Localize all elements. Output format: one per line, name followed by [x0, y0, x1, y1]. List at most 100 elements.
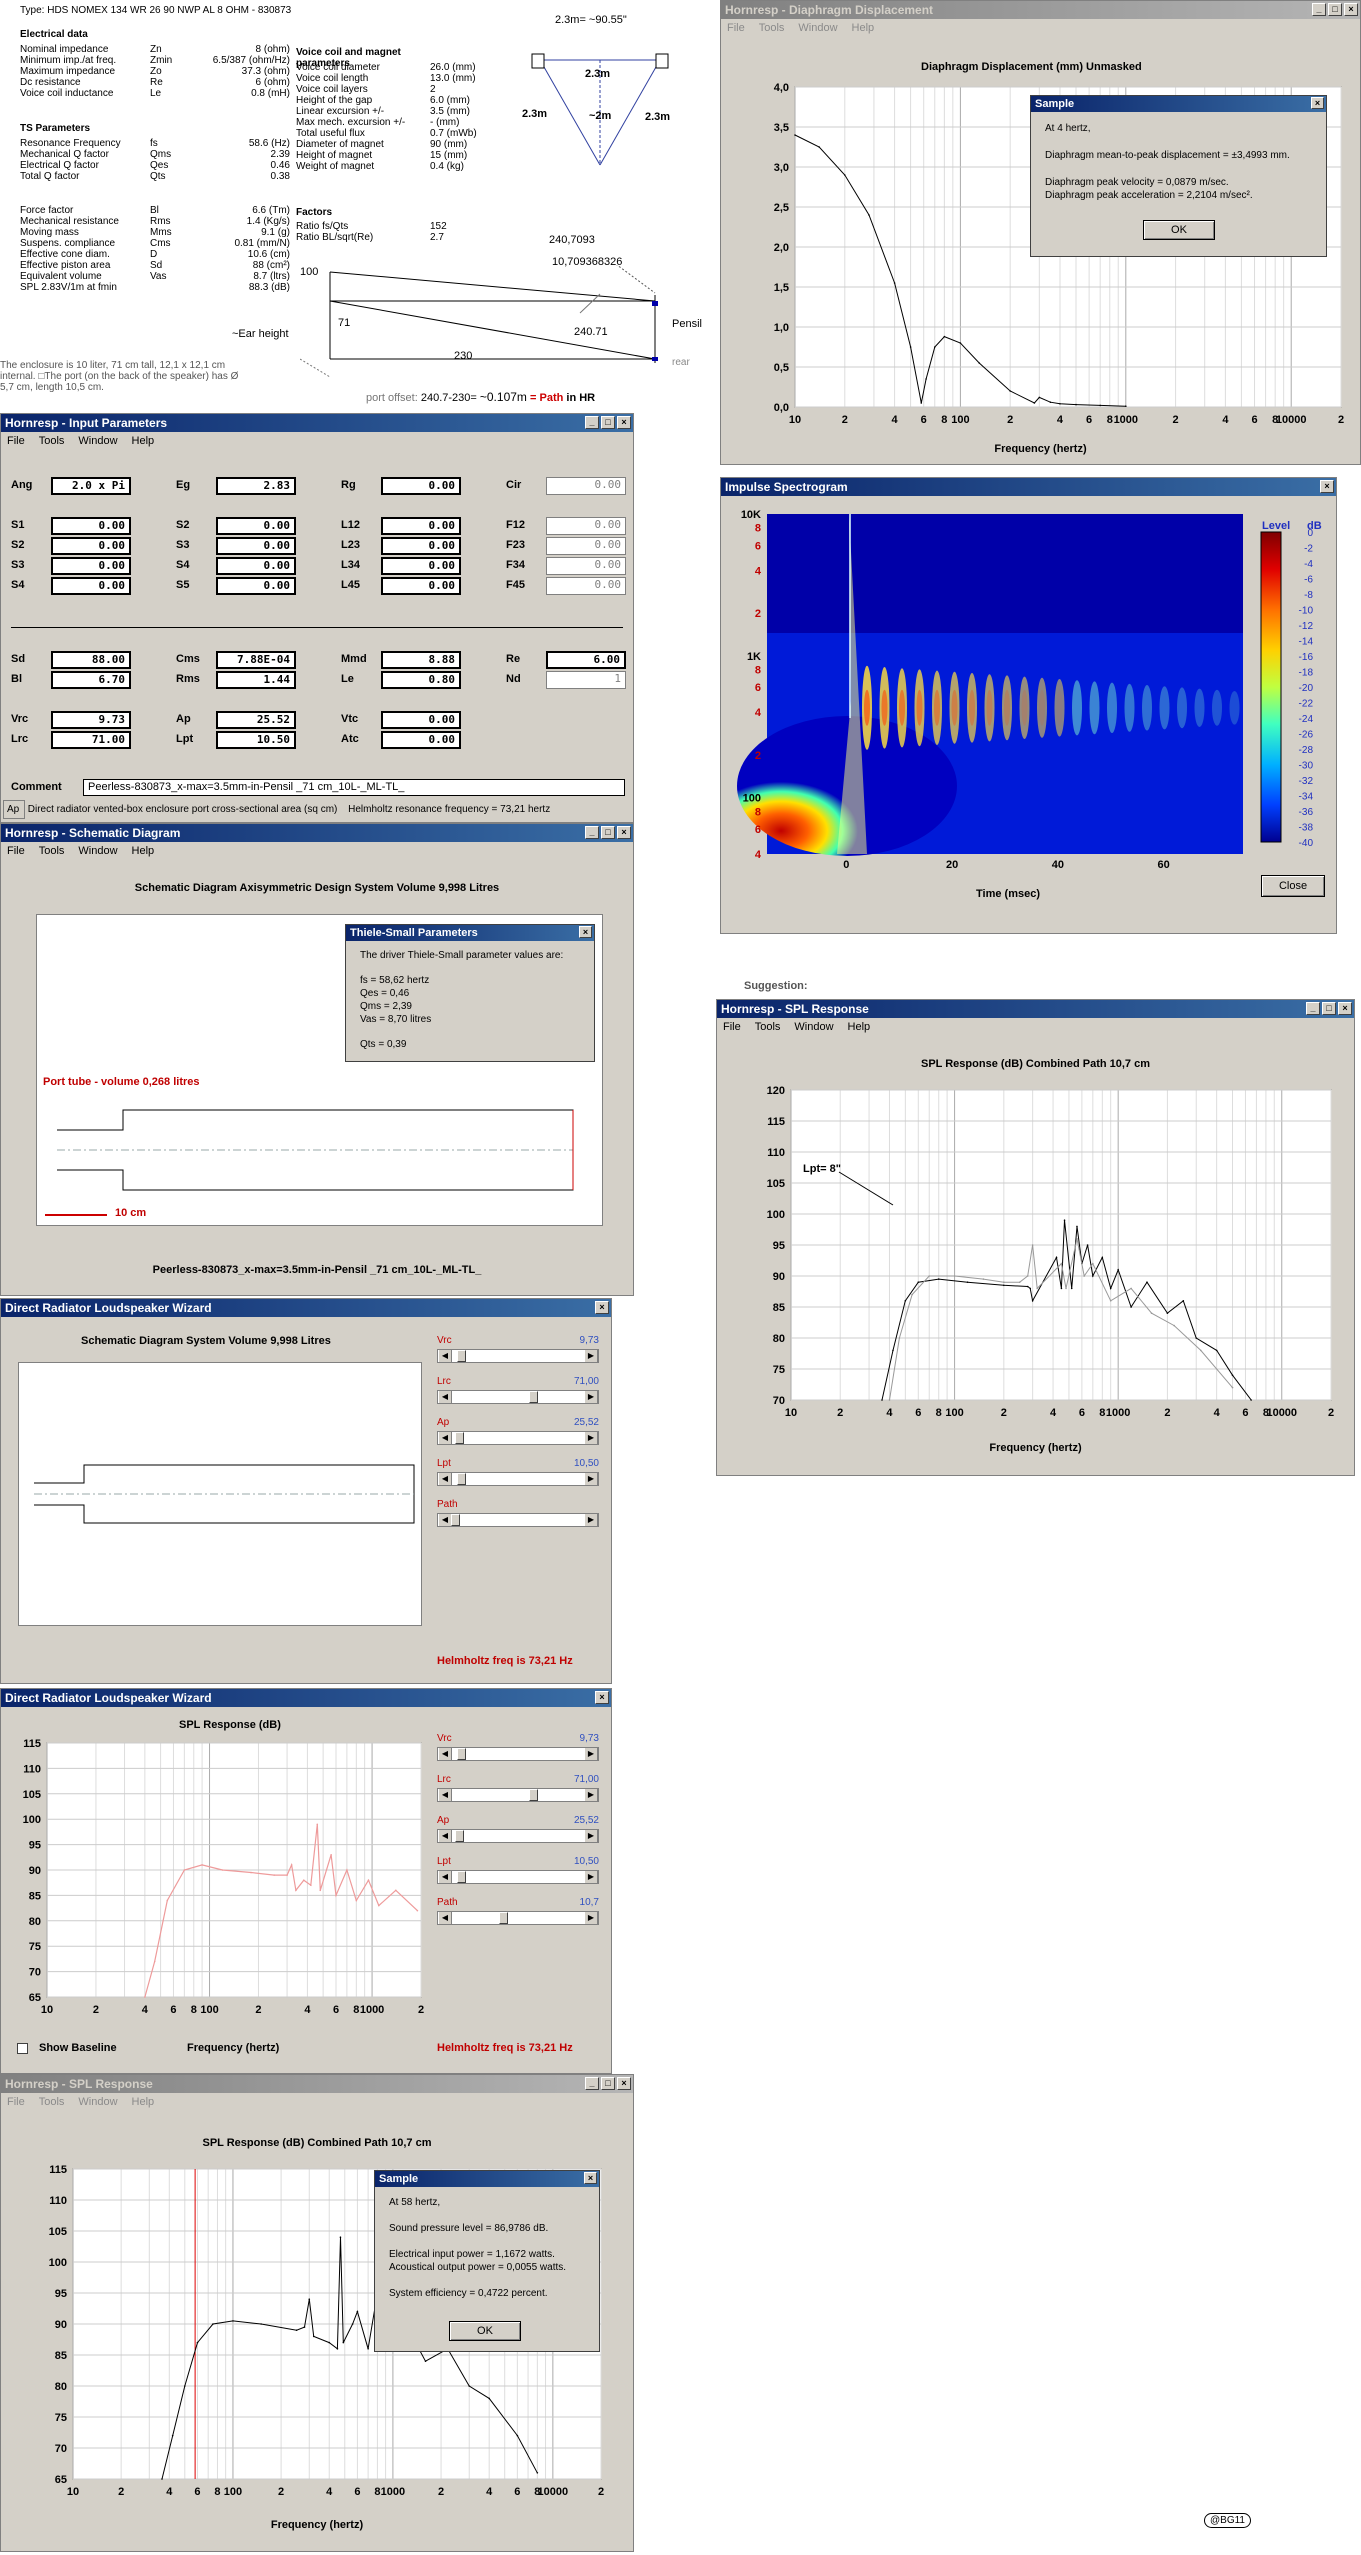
menu-file[interactable]: File: [7, 842, 25, 860]
arrow-right-icon[interactable]: ▶: [584, 1871, 598, 1883]
slider-thumb[interactable]: [528, 1391, 538, 1403]
menu-tools[interactable]: Tools: [755, 1018, 781, 1036]
slider-track[interactable]: ◀ ▶: [437, 1513, 599, 1527]
slider-thumb[interactable]: [454, 1432, 464, 1444]
menu-help[interactable]: Help: [852, 19, 875, 37]
slider-track[interactable]: ◀ ▶: [437, 1390, 599, 1404]
param-field[interactable]: 0.00: [381, 731, 461, 749]
slider-thumb[interactable]: [457, 1473, 467, 1485]
param-field[interactable]: 0.00: [381, 711, 461, 729]
slider-track[interactable]: ◀ ▶: [437, 1747, 599, 1761]
menu-window[interactable]: Window: [78, 842, 117, 860]
param-field[interactable]: 0.00: [51, 557, 131, 575]
arrow-right-icon[interactable]: ▶: [584, 1748, 598, 1760]
dialog-titlebar[interactable]: Sample ×: [375, 2171, 599, 2187]
close-icon[interactable]: ×: [617, 2077, 631, 2090]
slider-thumb[interactable]: [528, 1789, 538, 1801]
menu-file[interactable]: File: [7, 2093, 25, 2111]
menu-tools[interactable]: Tools: [39, 432, 65, 450]
window-titlebar[interactable]: Hornresp - Schematic Diagram _ □ ×: [1, 824, 633, 842]
menu-help[interactable]: Help: [132, 842, 155, 860]
arrow-right-icon[interactable]: ▶: [584, 1912, 598, 1924]
close-icon[interactable]: ×: [1320, 480, 1334, 493]
param-field[interactable]: 88.00: [51, 651, 131, 669]
minimize-icon[interactable]: _: [1312, 3, 1326, 16]
param-field[interactable]: 71.00: [51, 731, 131, 749]
param-field[interactable]: 25.52: [216, 711, 296, 729]
arrow-right-icon[interactable]: ▶: [584, 1391, 598, 1403]
param-field[interactable]: 0.00: [216, 517, 296, 535]
param-field[interactable]: 0.00: [381, 537, 461, 555]
menu-file[interactable]: File: [723, 1018, 741, 1036]
comment-field[interactable]: Peerless-830873_x-max=3.5mm-in-Pensil _7…: [83, 779, 625, 796]
param-field[interactable]: 10.50: [216, 731, 296, 749]
menu-window[interactable]: Window: [794, 1018, 833, 1036]
slider-thumb[interactable]: [457, 1748, 467, 1760]
close-icon[interactable]: ×: [617, 416, 631, 429]
arrow-left-icon[interactable]: ◀: [438, 1514, 452, 1526]
arrow-right-icon[interactable]: ▶: [584, 1473, 598, 1485]
menu-help[interactable]: Help: [132, 2093, 155, 2111]
param-field[interactable]: 0.00: [546, 537, 626, 555]
slider-thumb[interactable]: [457, 1871, 467, 1883]
window-titlebar[interactable]: Direct Radiator Loudspeaker Wizard ×: [1, 1689, 611, 1707]
param-field[interactable]: 0.00: [546, 477, 626, 495]
arrow-left-icon[interactable]: ◀: [438, 1473, 452, 1485]
ok-button[interactable]: OK: [449, 2321, 521, 2341]
minimize-icon[interactable]: _: [585, 826, 599, 839]
param-field[interactable]: 0.00: [546, 557, 626, 575]
param-field[interactable]: 0.00: [381, 517, 461, 535]
maximize-icon[interactable]: □: [1328, 3, 1342, 16]
menu-tools[interactable]: Tools: [39, 842, 65, 860]
maximize-icon[interactable]: □: [601, 2077, 615, 2090]
slider-track[interactable]: ◀ ▶: [437, 1870, 599, 1884]
menu-window[interactable]: Window: [798, 19, 837, 37]
slider-thumb[interactable]: [454, 1830, 464, 1842]
menu-tools[interactable]: Tools: [759, 19, 785, 37]
menu-window[interactable]: Window: [78, 2093, 117, 2111]
param-field[interactable]: 6.70: [51, 671, 131, 689]
window-titlebar[interactable]: Hornresp - SPL Response _ □ ×: [1, 2075, 633, 2093]
param-field[interactable]: 0.00: [381, 477, 461, 495]
param-field[interactable]: 0.00: [381, 577, 461, 595]
close-icon[interactable]: ×: [1311, 97, 1324, 109]
param-field[interactable]: 9.73: [51, 711, 131, 729]
dialog-titlebar[interactable]: Sample ×: [1031, 96, 1326, 112]
arrow-left-icon[interactable]: ◀: [438, 1912, 452, 1924]
arrow-left-icon[interactable]: ◀: [438, 1432, 452, 1444]
param-field[interactable]: 0.00: [381, 557, 461, 575]
arrow-left-icon[interactable]: ◀: [438, 1748, 452, 1760]
arrow-left-icon[interactable]: ◀: [438, 1871, 452, 1883]
show-baseline-checkbox[interactable]: [17, 2043, 28, 2054]
arrow-right-icon[interactable]: ▶: [584, 1350, 598, 1362]
menu-file[interactable]: File: [7, 432, 25, 450]
maximize-icon[interactable]: □: [601, 416, 615, 429]
slider-track[interactable]: ◀ ▶: [437, 1431, 599, 1445]
arrow-left-icon[interactable]: ◀: [438, 1350, 452, 1362]
param-field[interactable]: 1: [546, 671, 626, 689]
menu-help[interactable]: Help: [848, 1018, 871, 1036]
arrow-right-icon[interactable]: ▶: [584, 1432, 598, 1444]
param-field[interactable]: 0.00: [546, 577, 626, 595]
param-field[interactable]: 0.00: [51, 517, 131, 535]
slider-track[interactable]: ◀ ▶: [437, 1349, 599, 1363]
param-field[interactable]: 0.00: [546, 517, 626, 535]
close-button[interactable]: Close: [1261, 875, 1325, 897]
param-field[interactable]: 0.00: [216, 537, 296, 555]
param-field[interactable]: 2.0 x Pi: [51, 477, 131, 495]
arrow-right-icon[interactable]: ▶: [584, 1830, 598, 1842]
menu-window[interactable]: Window: [78, 432, 117, 450]
slider-track[interactable]: ◀ ▶: [437, 1788, 599, 1802]
close-icon[interactable]: ×: [584, 2172, 597, 2184]
window-titlebar[interactable]: Hornresp - Input Parameters _ □ ×: [1, 414, 633, 432]
slider-track[interactable]: ◀ ▶: [437, 1911, 599, 1925]
maximize-icon[interactable]: □: [601, 826, 615, 839]
close-icon[interactable]: ×: [1338, 1002, 1352, 1015]
param-field[interactable]: 6.00: [546, 651, 626, 669]
slider-thumb[interactable]: [457, 1350, 467, 1362]
close-icon[interactable]: ×: [1344, 3, 1358, 16]
close-icon[interactable]: ×: [579, 926, 592, 938]
menu-file[interactable]: File: [727, 19, 745, 37]
minimize-icon[interactable]: _: [585, 2077, 599, 2090]
param-field[interactable]: 0.00: [216, 577, 296, 595]
